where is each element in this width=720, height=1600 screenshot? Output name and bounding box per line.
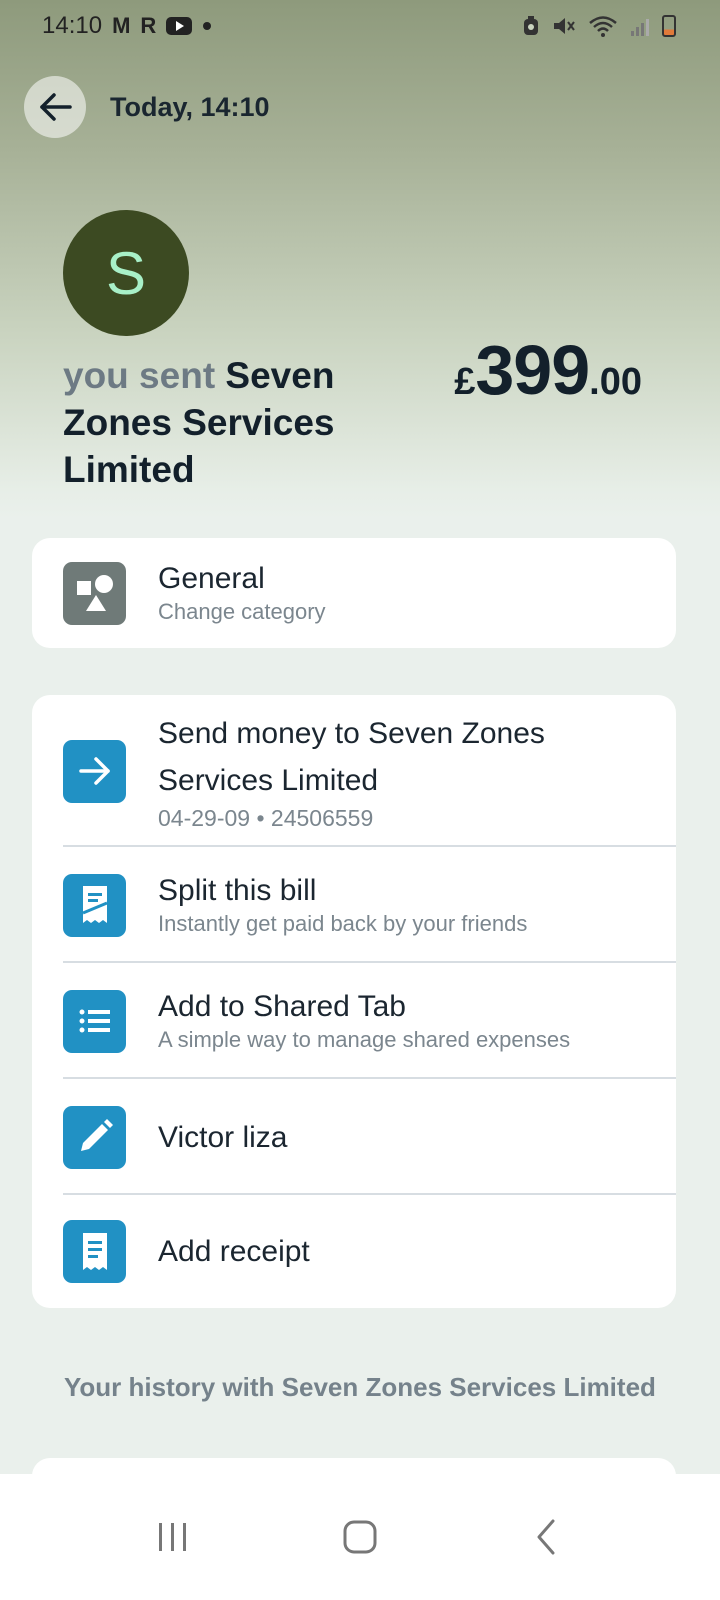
split-bill-row[interactable]: Split this bill Instantly get paid back … xyxy=(32,847,676,963)
add-receipt-text: Add receipt xyxy=(158,1228,310,1275)
send-money-title: Send money to Seven Zones Services Limit… xyxy=(158,717,545,797)
arrow-right-icon xyxy=(63,739,126,803)
status-bar: 14:10 M R xyxy=(0,0,720,52)
split-bill-title: Split this bill xyxy=(158,874,317,907)
back-button[interactable] xyxy=(24,76,86,138)
battery-icon xyxy=(662,15,676,37)
youtube-icon xyxy=(166,17,193,35)
signal-icon xyxy=(631,19,649,36)
recent-apps-icon[interactable] xyxy=(143,1507,203,1567)
transaction-description: you sent Seven Zones Services Limited xyxy=(63,352,373,493)
system-navbar xyxy=(0,1474,720,1600)
category-card: General Change category xyxy=(32,538,676,648)
amount-currency: £ xyxy=(454,361,476,403)
add-receipt-row[interactable]: Add receipt xyxy=(32,1195,676,1308)
list-icon xyxy=(63,989,126,1053)
note-text: Victor liza xyxy=(158,1114,288,1161)
split-bill-subtitle: Instantly get paid back by your friends xyxy=(158,911,528,936)
shared-tab-text: Add to Shared Tab A simple way to manage… xyxy=(158,988,570,1054)
wifi-icon xyxy=(589,16,617,37)
home-icon[interactable] xyxy=(330,1507,390,1567)
note-row[interactable]: Victor liza xyxy=(32,1079,676,1195)
actions-card: Send money to Seven Zones Services Limit… xyxy=(32,695,676,1308)
avatar-initial: S xyxy=(105,239,147,307)
history-heading: Your history with Seven Zones Services L… xyxy=(64,1372,656,1402)
add-receipt-title: Add receipt xyxy=(158,1235,310,1268)
mute-icon xyxy=(554,18,575,34)
category-subtitle: Change category xyxy=(158,599,326,624)
amount-whole: 399 xyxy=(475,331,590,409)
amount-decimal: .00 xyxy=(589,361,642,403)
send-money-row[interactable]: Send money to Seven Zones Services Limit… xyxy=(32,695,676,847)
dot-icon xyxy=(203,22,212,30)
avatar: S xyxy=(63,210,189,336)
category-text: General Change category xyxy=(158,560,326,626)
shared-tab-subtitle: A simple way to manage shared expenses xyxy=(158,1027,571,1052)
category-row[interactable]: General Change category xyxy=(32,538,676,648)
header: Today, 14:10 xyxy=(24,76,270,138)
send-money-subtitle: 04-29-09 • 24506559 xyxy=(158,805,374,831)
shapes-icon xyxy=(63,561,126,625)
status-time: 14:10 xyxy=(42,12,103,39)
receipt-icon xyxy=(63,1220,126,1283)
note-title: Victor liza xyxy=(158,1120,288,1154)
arrow-left-icon xyxy=(40,93,72,121)
category-title: General xyxy=(158,562,265,595)
shared-tab-row[interactable]: Add to Shared Tab A simple way to manage… xyxy=(32,963,676,1079)
r-icon: R xyxy=(140,13,157,38)
status-right xyxy=(522,14,676,38)
split-bill-text: Split this bill Instantly get paid back … xyxy=(158,872,527,938)
transaction-amount: £ 399 .00 xyxy=(454,330,642,410)
status-left: 14:10 M R xyxy=(42,12,212,40)
pencil-icon xyxy=(63,1105,126,1169)
shared-tab-title: Add to Shared Tab xyxy=(158,990,406,1023)
alarm-icon xyxy=(524,16,538,35)
back-icon[interactable] xyxy=(517,1507,577,1567)
page-title: Today, 14:10 xyxy=(110,91,270,122)
split-bill-icon xyxy=(63,873,126,937)
sent-prefix: you sent xyxy=(63,355,216,396)
send-money-text: Send money to Seven Zones Services Limit… xyxy=(158,710,598,832)
m-icon: M xyxy=(112,13,131,38)
